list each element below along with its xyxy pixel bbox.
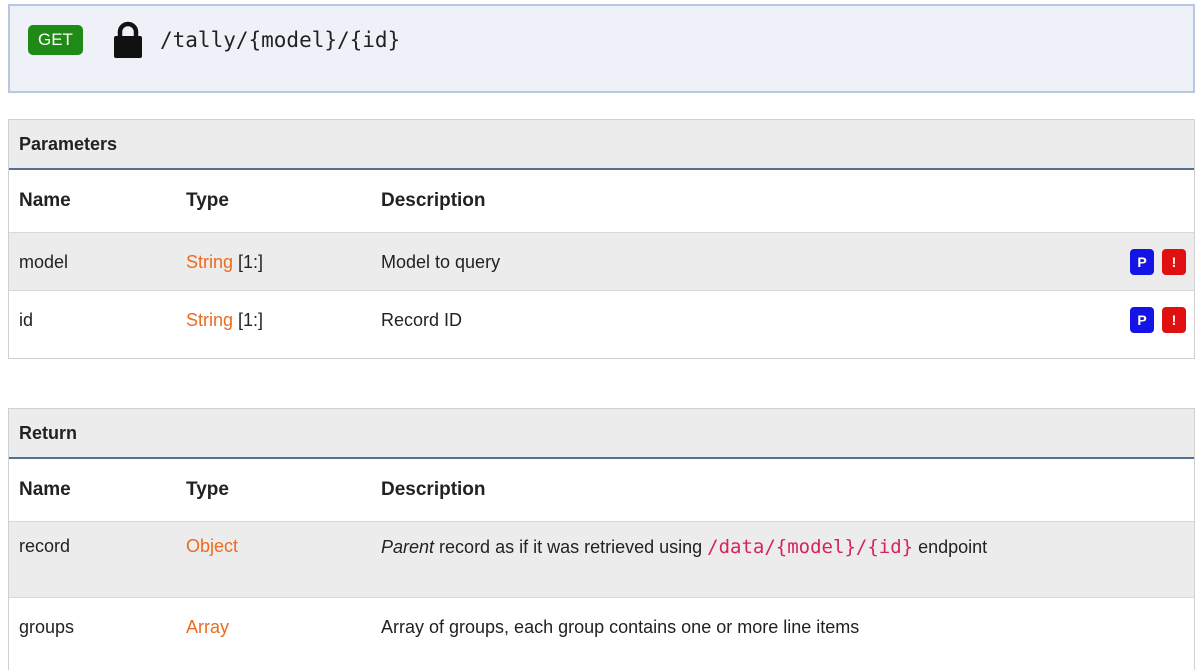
path-param-badge: P xyxy=(1130,307,1154,333)
table-row: record Object Parent record as if it was… xyxy=(9,521,1194,597)
type-link[interactable]: Object xyxy=(186,522,238,570)
description-tail: endpoint xyxy=(913,537,988,557)
column-header-type: Type xyxy=(186,479,229,500)
column-header-name: Name xyxy=(19,190,71,211)
lock-icon xyxy=(114,21,142,58)
return-description: Parent record as if it was retrieved usi… xyxy=(381,533,1111,562)
parameters-title: Parameters xyxy=(9,120,1194,170)
description-text: record as if it was retrieved using xyxy=(434,537,708,557)
endpoint-header[interactable]: GET /tally/{model}/{id} xyxy=(8,4,1195,93)
type-link[interactable]: String xyxy=(186,310,233,330)
required-badge: ! xyxy=(1162,249,1186,275)
param-type: String [1:] xyxy=(186,233,263,291)
param-name: id xyxy=(19,310,34,330)
param-description: Model to query xyxy=(381,252,501,272)
table-row: id String [1:] Record ID P ! xyxy=(9,290,1194,348)
type-link[interactable]: Array xyxy=(186,598,229,656)
return-table: Return Name Type Description record Obje… xyxy=(8,408,1195,670)
return-title: Return xyxy=(9,409,1194,459)
param-tags: P ! xyxy=(1130,307,1186,333)
column-header-description: Description xyxy=(381,190,486,211)
param-type: String [1:] xyxy=(186,291,263,349)
return-description: Array of groups, each group contains one… xyxy=(381,617,860,637)
table-row: groups Array Array of groups, each group… xyxy=(9,597,1194,655)
table-header: Name Type Description xyxy=(9,459,1194,521)
type-range: [1:] xyxy=(233,252,264,272)
method-badge: GET xyxy=(28,25,83,55)
param-description: Record ID xyxy=(381,310,463,330)
type-range: [1:] xyxy=(233,310,264,330)
type-link[interactable]: String xyxy=(186,252,233,272)
required-badge: ! xyxy=(1162,307,1186,333)
endpoint-code: /data/{model}/{id} xyxy=(707,536,914,558)
column-header-name: Name xyxy=(19,479,71,500)
table-row: model String [1:] Model to query P ! xyxy=(9,232,1194,290)
param-name: model xyxy=(19,252,69,272)
param-tags: P ! xyxy=(1130,249,1186,275)
description-emphasis: Parent xyxy=(381,537,435,557)
return-name: groups xyxy=(19,617,75,637)
return-name: record xyxy=(19,536,71,556)
path-param-badge: P xyxy=(1130,249,1154,275)
column-header-type: Type xyxy=(186,190,229,211)
column-header-description: Description xyxy=(381,479,486,500)
endpoint-path: /tally/{model}/{id} xyxy=(160,28,401,52)
table-header: Name Type Description xyxy=(9,170,1194,232)
parameters-table: Parameters Name Type Description model S… xyxy=(8,119,1195,359)
